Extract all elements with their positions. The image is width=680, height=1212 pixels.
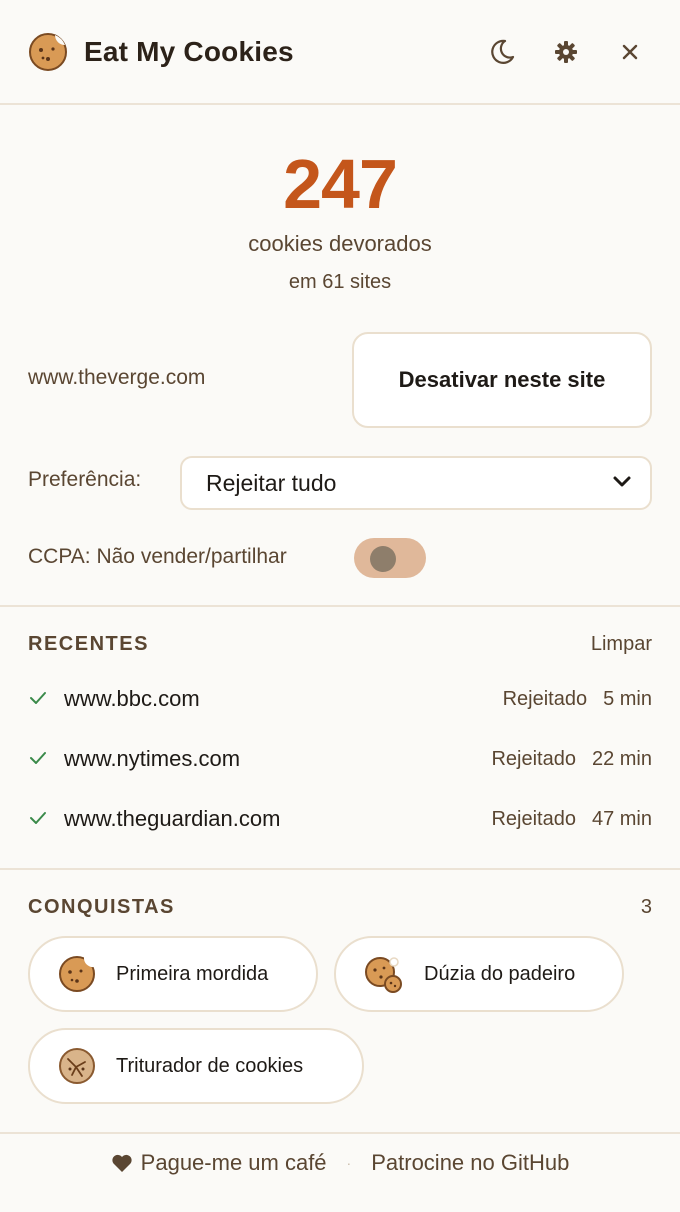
check-icon [30,692,46,704]
cookie-logo-icon [29,32,67,71]
preference-row: Preferência: Rejeitar tudo [0,456,680,510]
recent-status: Rejeitado 47 min [491,808,652,831]
cookie-crushed-icon [59,1048,95,1084]
divider [0,868,680,870]
buy-coffee-label: Pague-me um café [140,1150,327,1175]
ccpa-toggle[interactable] [354,538,426,578]
recents-title: RECENTES [28,633,149,655]
recent-item: www.bbc.com Rejeitado 5 min [0,680,680,720]
check-icon [30,812,46,824]
achievement-label: Triturador de cookies [116,1054,304,1077]
cookie-count: 247 [283,145,398,223]
dark-mode-button[interactable] [482,32,522,72]
recent-time: 22 min [591,748,652,770]
achievements-count: 3 [640,896,652,918]
check-icon [30,752,46,764]
close-icon [622,44,638,60]
current-site-row: www.theverge.com Desativar neste site [0,332,680,428]
divider [0,605,680,607]
sites-count: em 61 sites [288,271,392,293]
current-site-domain: www.theverge.com [28,366,206,389]
chevron-down-icon [613,476,631,487]
divider [0,1132,680,1134]
toggle-knob [370,546,396,572]
close-button[interactable] [610,32,650,72]
preference-selected-value: Rejeitar tudo [206,469,337,496]
count-label: cookies devorados [248,231,432,256]
settings-button[interactable] [546,32,586,72]
ccpa-label: CCPA: Não vender/partilhar [28,545,287,568]
clear-recents-button[interactable]: Limpar [591,633,652,656]
preference-label: Preferência: [28,468,142,491]
achievement-badge: Dúzia do padeiro [334,936,624,1012]
ccpa-row: CCPA: Não vender/partilhar [0,536,680,578]
footer-separator: · [346,1155,352,1171]
cookie-bitten-icon [59,956,95,992]
recent-status-label: Rejeitado [491,808,576,830]
app-title: Eat My Cookies [84,35,294,67]
achievement-badge: Triturador de cookies [28,1028,364,1104]
header-actions [482,32,650,72]
achievement-label: Dúzia do padeiro [424,962,576,985]
header: Eat My Cookies [0,0,680,105]
preference-select[interactable]: Rejeitar tudo [180,456,652,510]
recent-status-label: Rejeitado [502,688,588,710]
recent-status: Rejeitado 22 min [491,748,652,771]
gear-icon [555,41,577,63]
moon-icon [491,39,515,64]
recent-site: www.theguardian.com [64,806,281,831]
recent-site: www.nytimes.com [64,746,241,771]
recent-item: www.nytimes.com Rejeitado 22 min [0,740,680,780]
heart-icon [112,1154,132,1172]
achievement-label: Primeira mordida [116,962,269,985]
recent-status-label: Rejeitado [491,748,576,770]
buy-coffee-link[interactable]: Pague-me um café [111,1150,327,1176]
github-sponsor-link[interactable]: Patrocine no GitHub [371,1150,569,1176]
achievements-title: CONQUISTAS [28,896,175,918]
recent-status: Rejeitado 5 min [503,688,652,711]
recent-time: 5 min [603,688,652,710]
footer: Pague-me um café · Patrocine no GitHub [0,1150,680,1176]
cookie-stack-icon [365,957,402,993]
recent-site: www.bbc.com [64,686,200,711]
recent-item: www.theguardian.com Rejeitado 47 min [0,800,680,840]
stats-panel: 247 cookies devorados em 61 sites [0,105,680,327]
achievement-badge: Primeira mordida [28,936,318,1012]
disable-on-site-button[interactable]: Desativar neste site [352,332,652,428]
recent-time: 47 min [591,808,652,830]
